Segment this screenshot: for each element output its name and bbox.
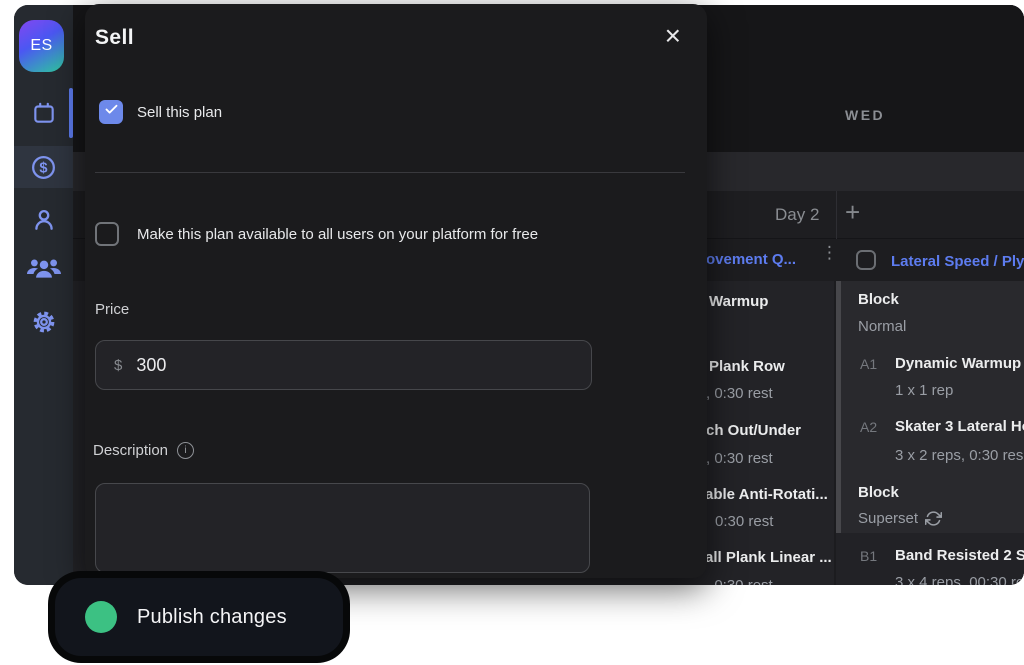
- info-icon[interactable]: i: [177, 442, 194, 459]
- clients-icon: [27, 255, 61, 285]
- block-type: Superset: [858, 510, 918, 527]
- exercise-name: Plank Row: [709, 358, 785, 375]
- sidebar: ES $: [14, 5, 73, 585]
- free-plan-checkbox[interactable]: [95, 222, 119, 246]
- price-label: Price: [95, 301, 129, 318]
- left-workout-menu-icon[interactable]: ⋮: [821, 249, 838, 257]
- page: ES $: [0, 0, 1024, 665]
- block-label: Block: [858, 291, 899, 308]
- sidebar-item-clients[interactable]: [14, 249, 73, 291]
- dollar-glyph: $: [39, 160, 47, 176]
- exercise-tag: B1: [860, 548, 877, 564]
- avatar-initials: ES: [30, 37, 52, 55]
- exercise-name: Band Resisted 2 Step: [895, 547, 1024, 564]
- exercise-detail: , 0:30 rest: [706, 385, 773, 402]
- exercise-detail: 3 x 4 reps, 00:30 re: [895, 574, 1024, 585]
- dollar-icon: $: [30, 154, 57, 181]
- free-plan-label: Make this plan available to all users on…: [137, 226, 538, 243]
- exercise-name: Warmup: [709, 293, 768, 310]
- profile-icon: [30, 206, 58, 234]
- day-column-title: Day 2: [775, 205, 819, 225]
- calendar-icon: [31, 100, 57, 126]
- price-field[interactable]: $: [95, 340, 592, 390]
- block-a-left-strip: [836, 281, 841, 533]
- sidebar-item-calendar[interactable]: [14, 92, 73, 134]
- description-textarea[interactable]: [95, 483, 590, 573]
- block-type: Normal: [858, 318, 906, 335]
- avatar[interactable]: ES: [19, 20, 64, 72]
- description-label: Description: [93, 442, 168, 459]
- exercise-name: Dynamic Warmup: [895, 355, 1021, 372]
- sell-this-plan-label: Sell this plan: [137, 104, 222, 121]
- sidebar-item-sell[interactable]: $: [14, 146, 73, 188]
- close-icon[interactable]: ×: [665, 22, 681, 50]
- workout-select-checkbox[interactable]: [856, 250, 876, 270]
- sell-modal: Sell × Sell this plan Make this plan ava…: [85, 4, 707, 578]
- sidebar-item-settings[interactable]: [14, 301, 73, 343]
- block-label: Block: [858, 484, 899, 501]
- exercise-name: Skater 3 Lateral Hop: [895, 418, 1024, 435]
- left-workout-title[interactable]: ovement Q...: [706, 251, 796, 268]
- price-input[interactable]: [136, 355, 536, 376]
- publish-changes-label: Publish changes: [137, 606, 287, 629]
- exercise-name: all Plank Linear ...: [705, 549, 832, 566]
- exercise-name: able Anti-Rotati...: [705, 486, 828, 503]
- right-workout-title[interactable]: Lateral Speed / Plyo: [891, 253, 1024, 270]
- exercise-name: ch Out/Under: [706, 422, 801, 439]
- check-icon: [104, 102, 119, 122]
- sidebar-item-profile[interactable]: [14, 199, 73, 241]
- publish-changes-button[interactable]: Publish changes: [55, 578, 343, 656]
- exercise-detail: 3 x 2 reps, 0:30 res: [895, 447, 1023, 464]
- currency-prefix: $: [114, 357, 122, 374]
- settings-icon: [30, 308, 58, 336]
- modal-title: Sell: [95, 26, 134, 50]
- exercise-detail: 1 x 1 rep: [895, 382, 953, 399]
- status-dot-icon: [85, 601, 117, 633]
- day-header-label: WED: [845, 107, 885, 123]
- exercise-tag: A2: [860, 419, 877, 435]
- modal-divider: [95, 172, 685, 173]
- exercise-detail: , 0:30 rest: [706, 450, 773, 467]
- exercise-detail: 0:30 rest: [715, 513, 773, 530]
- exercise-detail: , 0:30 rest: [706, 577, 773, 585]
- exercise-tag: A1: [860, 356, 877, 372]
- superset-loop-icon: [925, 510, 942, 532]
- add-day-button[interactable]: +: [845, 197, 860, 228]
- sell-this-plan-checkbox[interactable]: [99, 100, 123, 124]
